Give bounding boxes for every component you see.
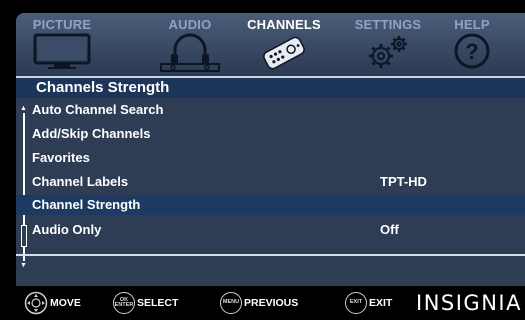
- menu-item-label: Add/Skip Channels: [32, 126, 151, 141]
- hint-exit-label: EXIT: [369, 297, 393, 309]
- hint-previous: MENU PREVIOUS: [220, 291, 298, 315]
- menu-item-value: TPT-HD: [380, 174, 427, 189]
- exit-button-icon: EXIT: [345, 292, 367, 314]
- tv-icon: [33, 33, 91, 69]
- tab-audio[interactable]: AUDIO: [154, 13, 226, 76]
- ok-enter-button-icon: OK ENTER: [113, 292, 135, 314]
- svg-text:?: ?: [465, 39, 478, 64]
- menu-button-icon: MENU: [220, 292, 242, 314]
- remote-icon: [263, 36, 305, 70]
- main-menu-tabbar: PICTURE AUDIO CHANNELS SETTINGS HELP ?: [16, 13, 525, 76]
- tab-help[interactable]: HELP ?: [444, 13, 500, 76]
- gears-icon: [369, 36, 407, 68]
- menu-item-label: Channel Labels: [32, 174, 129, 189]
- tab-settings-label: SETTINGS: [354, 17, 422, 32]
- tab-help-label: HELP: [454, 17, 490, 32]
- menu-item-value: Off: [380, 222, 399, 237]
- button-hint-bar: MOVE OK ENTER SELECT MENU PREVIOUS EXIT …: [16, 286, 525, 320]
- dpad-icon: [24, 291, 48, 315]
- menu-item-audio-only[interactable]: Audio Only Off: [16, 219, 525, 241]
- hint-select-label: SELECT: [137, 297, 179, 309]
- tab-picture-label: PICTURE: [32, 17, 92, 32]
- tab-settings[interactable]: SETTINGS: [350, 13, 426, 76]
- tab-picture[interactable]: PICTURE: [22, 13, 102, 76]
- menu-item-channel-labels[interactable]: Channel Labels TPT-HD: [16, 171, 525, 193]
- headphones-icon: [160, 33, 220, 72]
- hint-move-label: MOVE: [50, 297, 81, 309]
- hint-previous-label: PREVIOUS: [244, 297, 299, 309]
- menu-item-label: Auto Channel Search: [32, 102, 164, 117]
- menu-item-label: Audio Only: [32, 222, 102, 237]
- panel-divider: [16, 254, 525, 256]
- tab-channels-label: CHANNELS: [247, 17, 321, 32]
- menu-item-favorites[interactable]: Favorites: [16, 147, 525, 169]
- tab-channels[interactable]: CHANNELS: [242, 13, 326, 76]
- channels-menu-panel: Channels Strength ▲ ▼ Auto Channel Searc…: [16, 76, 525, 286]
- menu-item-channel-strength[interactable]: Channel Strength: [16, 195, 525, 215]
- panel-title: Channels Strength: [16, 78, 525, 98]
- menu-item-label: Channel Strength: [32, 197, 141, 212]
- menu-item-label: Favorites: [32, 150, 90, 165]
- hint-select: OK ENTER SELECT: [113, 291, 178, 315]
- menu-item-auto-channel-search[interactable]: Auto Channel Search: [16, 99, 525, 121]
- tab-audio-label: AUDIO: [168, 17, 212, 32]
- help-icon: ?: [454, 33, 490, 69]
- hint-exit: EXIT EXIT: [345, 291, 392, 315]
- scroll-down-arrow-icon: ▼: [20, 262, 27, 269]
- hint-move: MOVE: [24, 291, 81, 315]
- menu-item-add-skip-channels[interactable]: Add/Skip Channels: [16, 123, 525, 145]
- brand-logo: INSIGNIA: [416, 291, 522, 315]
